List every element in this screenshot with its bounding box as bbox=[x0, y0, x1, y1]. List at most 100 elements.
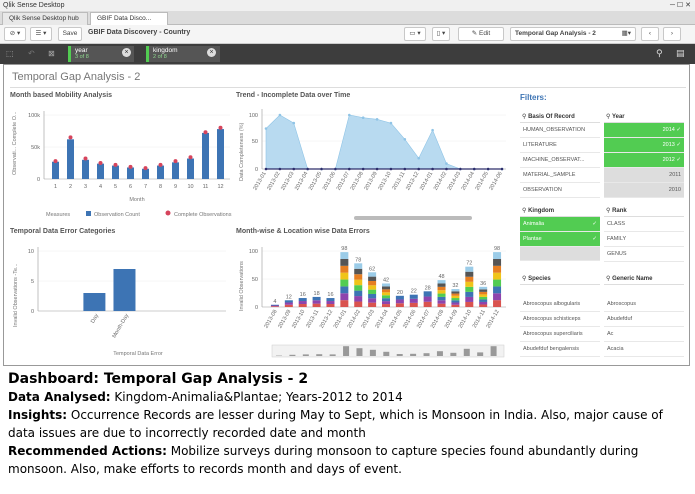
xtick: 2014-06 bbox=[488, 171, 503, 191]
filter-item[interactable]: LITERATURE bbox=[520, 138, 600, 153]
clear-year-icon[interactable]: × bbox=[122, 48, 131, 57]
previous-sheet-button[interactable]: ‹ bbox=[641, 27, 659, 41]
bar-segment bbox=[354, 268, 363, 275]
panel-title-mobility: Month based Mobility Analysis bbox=[10, 92, 113, 99]
filter-item-selected[interactable]: 2012 ✓ bbox=[604, 153, 684, 168]
bar-segment bbox=[451, 289, 460, 292]
save-button[interactable]: Save bbox=[58, 27, 82, 41]
list-menu-button[interactable]: ☰ ▾ bbox=[30, 27, 52, 41]
bar-segment bbox=[354, 279, 363, 286]
chart-monthwise[interactable]: 0 50 100 Invalid Observations 42013-0812… bbox=[234, 237, 514, 361]
filter-item-selected[interactable]: Plantae ✓ bbox=[520, 232, 600, 247]
filter-item[interactable]: MATERIAL_SAMPLE bbox=[520, 168, 600, 183]
xtick: 2014-12 bbox=[486, 309, 501, 329]
caption: Dashboard: Temporal Gap Analysis - 2 Dat… bbox=[8, 370, 693, 478]
filter-item[interactable]: MACHINE_OBSERVAT... bbox=[520, 153, 600, 168]
filter-item-excluded[interactable]: 2011 bbox=[604, 168, 684, 183]
filter-item[interactable]: Acacia bbox=[604, 342, 684, 357]
point bbox=[218, 125, 223, 130]
tab-label: GBIF Data Disco... bbox=[97, 15, 152, 22]
filter-item-selected[interactable]: Animalia ✓ bbox=[520, 217, 600, 232]
filter-item[interactable]: Abroscopus schisticeps bbox=[520, 312, 600, 327]
filter-item[interactable]: Abroscopus bbox=[604, 297, 684, 312]
mini-bar bbox=[396, 354, 403, 356]
next-sheet-button[interactable]: › bbox=[663, 27, 681, 41]
window-title: Qlik Sense Desktop bbox=[3, 2, 65, 9]
xtick: Day bbox=[90, 313, 100, 325]
window-controls[interactable]: ─ ☐ ✕ bbox=[670, 0, 691, 11]
point bbox=[445, 162, 448, 165]
baseline-point bbox=[306, 167, 309, 171]
mini-bar bbox=[356, 348, 363, 356]
y-axis-label: Observati... Complete O... bbox=[12, 111, 18, 175]
step-back-icon[interactable]: ↶ bbox=[28, 49, 35, 58]
filter-basis-of-record: ⚲ Basis Of Record HUMAN_OBSERVATION LITE… bbox=[520, 111, 600, 198]
bar bbox=[83, 293, 106, 311]
story-button[interactable]: ▭ ▾ bbox=[404, 27, 426, 41]
chart-trend[interactable]: 0 50 100 Data Completeness (%) 2013-0120… bbox=[234, 101, 514, 225]
device-button[interactable]: ▯ ▾ bbox=[432, 27, 450, 41]
bar-segment bbox=[284, 304, 293, 307]
bar-segment bbox=[312, 300, 321, 304]
filter-item-excluded[interactable]: 2010 bbox=[604, 183, 684, 198]
bar-segment bbox=[479, 289, 488, 292]
filter-item[interactable]: Abroscopus albogularis bbox=[520, 297, 600, 312]
mini-bar bbox=[436, 351, 443, 356]
filter-item[interactable]: FAMILY bbox=[604, 232, 684, 247]
edit-button[interactable]: ✎ Edit bbox=[458, 27, 504, 41]
sheet-selector[interactable]: Temporal Gap Analysis - 2 ▦▾ bbox=[510, 27, 636, 41]
ytick: 0 bbox=[255, 167, 258, 173]
bar-segment bbox=[382, 292, 390, 296]
tab-hub[interactable]: Qlik Sense Desktop hub bbox=[2, 12, 88, 25]
bar-segment bbox=[409, 302, 418, 307]
filter-item[interactable]: GENUS bbox=[604, 247, 684, 262]
filter-item[interactable]: Abudefduf bengalensis bbox=[520, 342, 600, 357]
chart-mobility[interactable]: 0 50k 100k Observati... Complete O... 12… bbox=[8, 101, 232, 225]
point bbox=[203, 130, 208, 135]
sheet-title: Temporal Gap Analysis - 2 bbox=[12, 71, 141, 83]
clear-kingdom-icon[interactable]: × bbox=[207, 48, 216, 57]
caption-data: Data Analysed: Kingdom-Animalia&Plantae;… bbox=[8, 388, 693, 406]
check-icon: ✓ bbox=[592, 221, 597, 227]
filter-item[interactable]: Abroscopus superciliaris bbox=[520, 327, 600, 342]
bar-segment bbox=[298, 298, 307, 302]
filter-item[interactable]: CLASS bbox=[604, 217, 684, 232]
filter-empty-area bbox=[520, 247, 600, 261]
point bbox=[188, 155, 193, 160]
data-label: 16 bbox=[300, 292, 306, 298]
bar bbox=[127, 167, 134, 179]
filter-item-selected[interactable]: 2013 ✓ bbox=[604, 138, 684, 153]
filter-item[interactable]: Abudefduf bbox=[604, 312, 684, 327]
bar-segment bbox=[340, 252, 349, 259]
filter-item[interactable]: HUMAN_OBSERVATION bbox=[520, 123, 600, 138]
baseline-point bbox=[431, 167, 434, 171]
navigation-menu-button[interactable]: ⊘ ▾ bbox=[4, 27, 26, 41]
filter-item-selected[interactable]: 2014 ✓ bbox=[604, 123, 684, 138]
point bbox=[264, 127, 268, 130]
search-icon[interactable]: ⚲ bbox=[656, 48, 663, 59]
legend-swatch-complete bbox=[165, 210, 171, 216]
bar-segment bbox=[395, 299, 404, 304]
xtick: 2 bbox=[69, 184, 72, 190]
mini-bar bbox=[289, 354, 296, 356]
chart-error-categories[interactable]: 0 5 10 Invalid Observations -Te... Day Mo… bbox=[8, 237, 232, 361]
trend-scrollbar[interactable] bbox=[354, 216, 472, 220]
data-label: 98 bbox=[341, 246, 347, 252]
bar-segment bbox=[354, 301, 363, 307]
bar-segment bbox=[437, 293, 446, 297]
xtick: 12 bbox=[217, 184, 223, 190]
point bbox=[83, 156, 88, 161]
xtick: 7 bbox=[144, 184, 147, 190]
xtick: 9 bbox=[174, 184, 177, 190]
filter-item[interactable]: OBSERVATION bbox=[520, 183, 600, 198]
clear-all-icon[interactable]: ⊠ bbox=[48, 49, 55, 58]
xtick: 3 bbox=[84, 184, 87, 190]
tab-gbif[interactable]: GBIF Data Disco...✕ bbox=[90, 12, 168, 35]
filter-item[interactable]: Ac bbox=[604, 327, 684, 342]
data-label: 48 bbox=[438, 274, 444, 280]
bar-segment bbox=[312, 296, 321, 301]
point bbox=[403, 138, 407, 141]
selections-tool-icon[interactable]: ▤ bbox=[676, 48, 685, 59]
smart-search-icon[interactable]: ⬚ bbox=[6, 49, 14, 58]
bar bbox=[67, 139, 74, 179]
